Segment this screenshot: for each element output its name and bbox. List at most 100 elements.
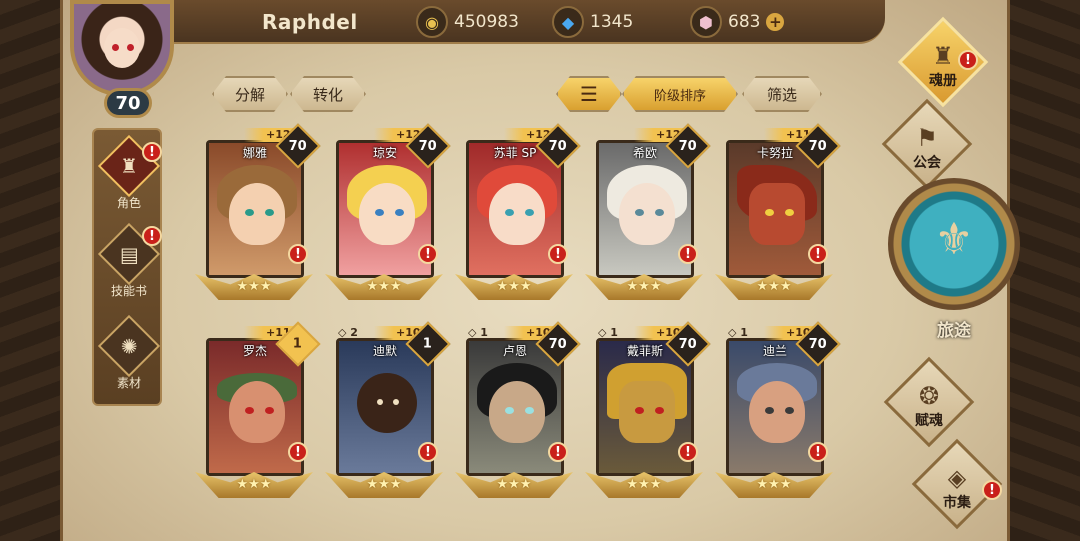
nav-soul-infuse[interactable]: ❂ 赋魂 — [883, 356, 975, 452]
portrait-eye — [245, 209, 254, 216]
blue-crystal-icon: ◆ — [552, 6, 584, 38]
portrait-eye — [765, 209, 774, 216]
avatar-face — [104, 28, 140, 68]
alert-badge: ! — [808, 442, 828, 462]
journey-emblem-icon: ⚜ — [934, 214, 974, 265]
rank-indicator: ◇ 2 — [338, 326, 358, 339]
flame-icon: ❂ — [918, 382, 940, 410]
material-icon: ✺ — [97, 314, 161, 378]
nav-label: 赋魂 — [915, 413, 943, 429]
rank-indicator: ◇ 1 — [728, 326, 748, 339]
filter-button[interactable]: 筛选 — [742, 76, 822, 112]
menu-item-skill-book[interactable]: ▤ 技能书 ! — [94, 222, 164, 304]
avatar-eye — [127, 44, 134, 51]
portrait-eye — [245, 407, 254, 414]
nav-label: 公会 — [913, 155, 941, 171]
avatar-eye — [112, 44, 119, 51]
star-wings: ★★★ — [584, 268, 704, 300]
portrait-eye — [525, 407, 534, 414]
pink-gem-icon: ⬢ — [690, 6, 722, 38]
star-rating: ★★★ — [626, 279, 662, 294]
portrait-eye — [785, 407, 794, 414]
gem-resource: ⬢ 683 + — [690, 6, 785, 38]
guild-icon: ⚑ — [916, 124, 938, 152]
hero-level: 70 — [288, 138, 308, 154]
hero-card[interactable]: ◇ 1 迪兰 +10 70 ★★★ ! — [715, 321, 841, 498]
sort-icon: ☰ — [580, 82, 598, 106]
sort-order-button[interactable]: ☰ — [556, 76, 622, 112]
nav-journey[interactable]: ⚜ 旅途 — [888, 178, 1020, 341]
nav-label: 魂册 — [929, 73, 957, 89]
portrait-eye — [635, 407, 644, 414]
gold-value: 450983 — [454, 12, 519, 32]
portrait-eye — [395, 209, 404, 216]
alert-badge: ! — [982, 480, 1002, 500]
rank-indicator: ◇ 1 — [598, 326, 618, 339]
player-avatar[interactable]: 70 — [62, 0, 198, 120]
nav-label: 旅途 — [937, 321, 971, 341]
hero-card[interactable]: ◇ 1 卢恩 +10 70 ★★★ ! — [455, 321, 581, 498]
hero-card[interactable]: ◇ 1 戴菲斯 +10 70 ★★★ ! — [585, 321, 711, 498]
hero-level: 70 — [548, 336, 568, 352]
gold-coin-icon: ◉ — [416, 6, 448, 38]
star-rating: ★★★ — [756, 279, 792, 294]
avatar — [70, 0, 174, 96]
alert-badge: ! — [288, 244, 308, 264]
hero-level: 70 — [808, 138, 828, 154]
rank-sort-button[interactable]: 阶级排序 — [622, 76, 738, 112]
hero-card[interactable]: ◇ 2 迪默 +10 1 ★★★ ! — [325, 321, 451, 498]
menu-item-character[interactable]: ♜ 角色 ! — [94, 134, 164, 216]
hero-level: 70 — [678, 336, 698, 352]
alert-badge: ! — [958, 50, 978, 70]
right-frame — [1010, 0, 1080, 541]
portrait-eye — [785, 209, 794, 216]
hero-level: 1 — [423, 336, 433, 352]
star-rating: ★★★ — [366, 279, 402, 294]
alert-badge: ! — [548, 442, 568, 462]
hero-level: 1 — [293, 336, 303, 352]
portrait-eye — [265, 209, 274, 216]
hero-card[interactable]: 娜雅 +12 70 ★★★ ! — [195, 123, 321, 300]
gem-value: 683 — [728, 12, 761, 32]
hero-card[interactable]: 琼安 +12 70 ★★★ ! — [325, 123, 451, 300]
hero-card[interactable]: 卡努拉 +11 70 ★★★ ! — [715, 123, 841, 300]
alert-badge: ! — [288, 442, 308, 462]
menu-item-materials[interactable]: ✺ 素材 — [94, 314, 164, 396]
star-wings: ★★★ — [454, 268, 574, 300]
portrait-eye — [375, 209, 384, 216]
alert-badge: ! — [678, 244, 698, 264]
portrait-eye — [635, 209, 644, 216]
star-rating: ★★★ — [626, 477, 662, 492]
star-rating: ★★★ — [756, 477, 792, 492]
alert-badge: ! — [142, 142, 162, 162]
nav-market[interactable]: ◈ 市集 ! — [911, 438, 1003, 534]
star-wings: ★★★ — [194, 268, 314, 300]
alert-badge: ! — [808, 244, 828, 264]
player-name: Raphdel — [262, 10, 358, 34]
portrait-eye — [505, 209, 514, 216]
add-gem-button[interactable]: + — [766, 13, 785, 31]
portrait-eye — [655, 407, 664, 414]
star-wings: ★★★ — [324, 466, 444, 498]
player-level-badge: 70 — [104, 88, 152, 118]
nav-soul-book[interactable]: ♜ 魂册 ! — [897, 16, 989, 112]
star-rating: ★★★ — [236, 477, 272, 492]
star-rating: ★★★ — [236, 279, 272, 294]
hero-level: 70 — [808, 336, 828, 352]
decompose-button[interactable]: 分解 — [212, 76, 288, 112]
alert-badge: ! — [142, 226, 162, 246]
portrait-eye — [265, 407, 274, 414]
convert-button[interactable]: 转化 — [290, 76, 366, 112]
portrait-eye — [765, 407, 774, 414]
rank-indicator: ◇ 1 — [468, 326, 488, 339]
left-menu: ♜ 角色 ! ▤ 技能书 ! ✺ 素材 — [92, 128, 162, 406]
hero-card[interactable]: 希欧 +12 70 ★★★ ! — [585, 123, 711, 300]
alert-badge: ! — [548, 244, 568, 264]
portrait-eye — [505, 407, 514, 414]
hero-level: 70 — [418, 138, 438, 154]
gold-resource: ◉ 450983 — [416, 6, 519, 38]
hero-level: 70 — [548, 138, 568, 154]
star-wings: ★★★ — [324, 268, 444, 300]
hero-card[interactable]: 苏菲 SP +12 70 ★★★ ! — [455, 123, 581, 300]
hero-card[interactable]: 罗杰 +11 1 ★★★ ! — [195, 321, 321, 498]
